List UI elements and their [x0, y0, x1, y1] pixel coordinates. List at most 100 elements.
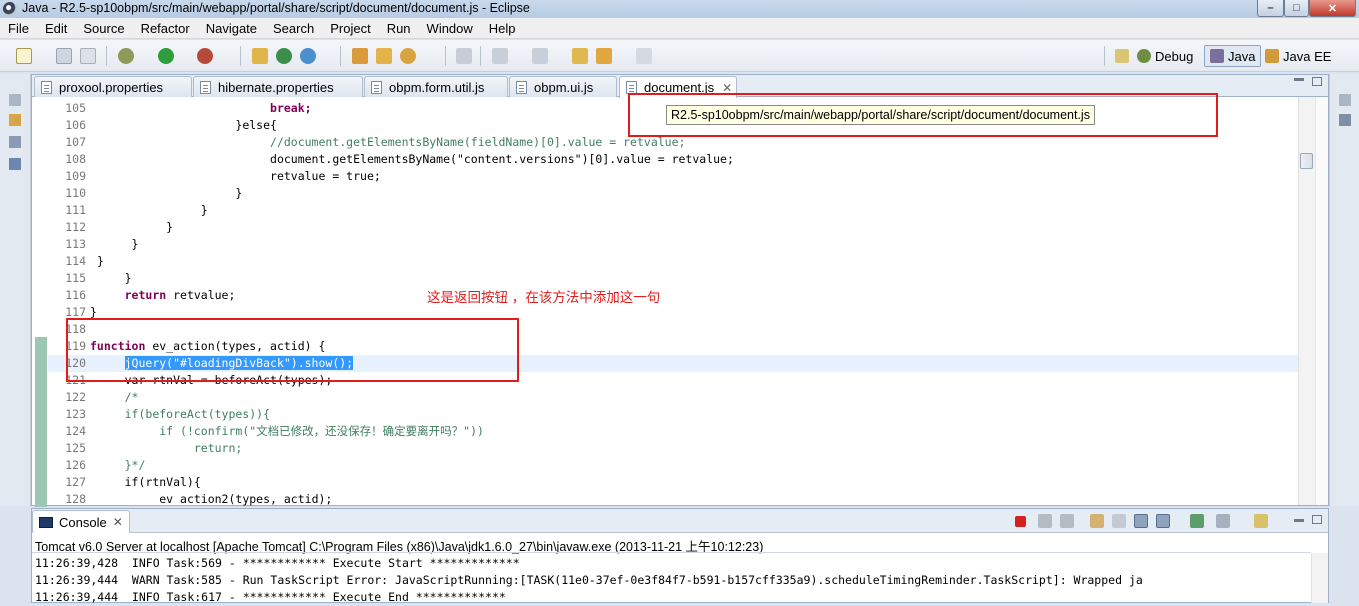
task-list-icon[interactable]: [1339, 114, 1351, 126]
display-console-icon[interactable]: [1216, 514, 1230, 528]
forward-icon[interactable]: [636, 48, 652, 64]
overview-ruler: [1315, 97, 1328, 505]
menu-window[interactable]: Window: [427, 21, 473, 36]
outline-icon[interactable]: [9, 158, 21, 170]
left-trim-stack: [0, 74, 31, 506]
package-explorer-icon[interactable]: [9, 114, 21, 126]
code-line[interactable]: 127 if(rtnVal){: [48, 474, 1298, 491]
new-package-icon[interactable]: [276, 48, 292, 64]
maximize-view-icon[interactable]: [1312, 515, 1322, 524]
code-line[interactable]: 109 retvalue = true;: [48, 168, 1298, 185]
menu-file[interactable]: File: [8, 21, 29, 36]
remove-all-terminated-icon[interactable]: [1060, 514, 1074, 528]
menu-source[interactable]: Source: [83, 21, 124, 36]
toolbar-separator: [106, 46, 107, 66]
right-trim-stack: [1329, 74, 1359, 506]
back-icon[interactable]: [596, 48, 612, 64]
menu-edit[interactable]: Edit: [45, 21, 67, 36]
return-expression: retvalue;: [166, 288, 236, 302]
code-line[interactable]: 113 }: [48, 236, 1298, 253]
code-line[interactable]: 114 }: [48, 253, 1298, 270]
annotation-note: 这是返回按钮 ，在该方法中添加这一句: [427, 290, 661, 305]
print-icon[interactable]: [80, 48, 96, 64]
last-edit-location-icon[interactable]: [572, 48, 588, 64]
file-icon: [371, 80, 382, 94]
toolbar-separator: [480, 46, 481, 66]
console-close-icon[interactable]: ✕: [113, 515, 123, 529]
remove-launch-icon[interactable]: [1038, 514, 1052, 528]
menu-help[interactable]: Help: [489, 21, 516, 36]
quick-diff-change-bar: [35, 337, 47, 507]
console-line: 11:26:39,444 WARN Task:585 - Run TaskScr…: [35, 573, 1143, 587]
open-console-icon[interactable]: [1254, 514, 1268, 528]
restore-icon[interactable]: [1339, 94, 1351, 106]
javaee-perspective-icon: [1265, 49, 1279, 63]
toolbar-separator: [445, 46, 446, 66]
code-line[interactable]: 123 if(beforeAct(types)){: [48, 406, 1298, 423]
code-line[interactable]: 125 return;: [48, 440, 1298, 457]
debug-icon[interactable]: [118, 48, 134, 64]
console-icon: [39, 516, 53, 528]
console-toolbar: Console ✕: [32, 509, 1328, 533]
return-keyword: return: [124, 288, 167, 302]
previous-annotation-icon[interactable]: [532, 48, 548, 64]
maximize-button[interactable]: □: [1284, 0, 1309, 17]
perspective-java[interactable]: Java: [1204, 45, 1262, 67]
new-icon[interactable]: [16, 48, 32, 64]
code-line[interactable]: 124 if (!confirm("文档已修改，还没保存！确定要离开吗？")): [48, 423, 1298, 440]
editor-area: proxool.properties hibernate.properties …: [31, 74, 1329, 508]
annotation-red-box-tooltip: [628, 93, 1218, 137]
code-line[interactable]: 110 }: [48, 185, 1298, 202]
minimize-view-icon[interactable]: [1294, 519, 1304, 522]
code-line[interactable]: 122 /*: [48, 389, 1298, 406]
maximize-view-icon[interactable]: [1312, 77, 1322, 86]
menu-run[interactable]: Run: [387, 21, 411, 36]
tab-console[interactable]: Console ✕: [32, 510, 130, 533]
code-line[interactable]: 116 return retvalue;: [48, 287, 1298, 304]
code-line[interactable]: 126 }*/: [48, 457, 1298, 474]
external-tools-icon[interactable]: [197, 48, 213, 64]
new-java-project-icon[interactable]: [252, 48, 268, 64]
clear-console-icon[interactable]: [1090, 514, 1104, 528]
perspective-javaee[interactable]: Java EE: [1260, 45, 1336, 67]
show-stdout-icon[interactable]: [1134, 514, 1148, 528]
perspective-debug[interactable]: Debug: [1132, 45, 1198, 67]
restore-icon[interactable]: [9, 94, 21, 106]
run-icon[interactable]: [158, 48, 174, 64]
minimize-button[interactable]: –: [1257, 0, 1284, 17]
code-line[interactable]: 108 document.getElementsByName("content.…: [48, 151, 1298, 168]
menu-refactor[interactable]: Refactor: [141, 21, 190, 36]
file-icon: [41, 80, 52, 94]
main-toolbar: Debug Java Java EE: [0, 40, 1359, 72]
window-title: Java - R2.5-sp10obpm/src/main/webapp/por…: [22, 1, 530, 15]
editor-scroll-thumb[interactable]: [1300, 153, 1313, 169]
code-line[interactable]: 115 }: [48, 270, 1298, 287]
tab-obpm-form-util-js[interactable]: obpm.form.util.js: [364, 76, 508, 97]
minimize-view-icon[interactable]: [1294, 78, 1304, 81]
show-stderr-icon[interactable]: [1156, 514, 1170, 528]
close-button[interactable]: ✕: [1309, 0, 1356, 17]
search-icon[interactable]: [400, 48, 416, 64]
hierarchy-icon[interactable]: [9, 136, 21, 148]
tab-proxool-properties[interactable]: proxool.properties: [34, 76, 192, 97]
mark-occurrences-icon[interactable]: [456, 48, 472, 64]
code-line[interactable]: 111 }: [48, 202, 1298, 219]
menu-search[interactable]: Search: [273, 21, 314, 36]
open-folder-icon[interactable]: [376, 48, 392, 64]
tab-obpm-ui-js[interactable]: obpm.ui.js: [509, 76, 617, 97]
console-vertical-scrollbar[interactable]: [1311, 553, 1328, 603]
terminate-icon[interactable]: [1015, 516, 1026, 527]
next-annotation-icon[interactable]: [492, 48, 508, 64]
new-class-icon[interactable]: [300, 48, 316, 64]
menu-project[interactable]: Project: [330, 21, 370, 36]
save-icon[interactable]: [56, 48, 72, 64]
tab-hibernate-properties[interactable]: hibernate.properties: [193, 76, 363, 97]
perspective-javaee-label: Java EE: [1283, 48, 1332, 64]
code-line[interactable]: 128 ev action2(types, actid);: [48, 491, 1298, 508]
code-line[interactable]: 112 }: [48, 219, 1298, 236]
pin-console-icon[interactable]: [1190, 514, 1204, 528]
open-type-icon[interactable]: [352, 48, 368, 64]
menu-navigate[interactable]: Navigate: [206, 21, 257, 36]
scroll-lock-icon[interactable]: [1112, 514, 1126, 528]
perspective-debug-label: Debug: [1155, 48, 1194, 64]
